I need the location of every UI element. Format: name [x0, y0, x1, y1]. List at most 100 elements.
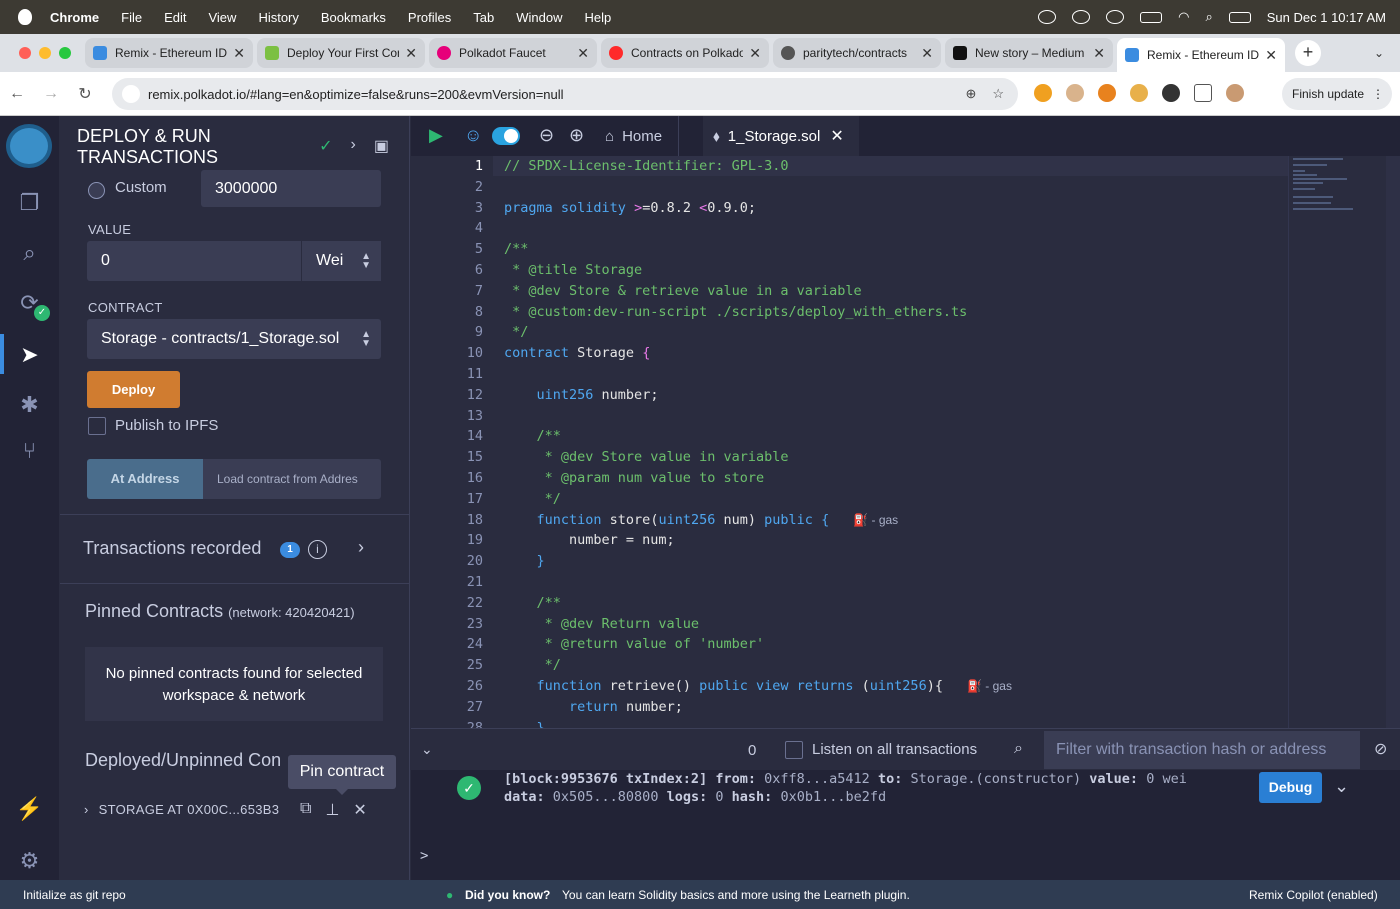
collapse-terminal-icon[interactable]: ⌄: [421, 741, 433, 758]
load-contract-address-input[interactable]: Load contract from Addres: [203, 459, 381, 499]
close-tab-icon[interactable]: ✕: [577, 45, 589, 62]
browser-tab[interactable]: Remix - Ethereum IDE ✕: [85, 38, 253, 68]
extension-icon[interactable]: [1162, 84, 1180, 102]
info-icon[interactable]: i: [308, 540, 327, 559]
browser-tab[interactable]: Polkadot Faucet ✕: [429, 38, 597, 68]
zoom-in-icon[interactable]: ⊕: [569, 125, 584, 146]
browser-tab[interactable]: paritytech/contracts ✕: [773, 38, 941, 68]
minimize-window-button[interactable]: [39, 47, 51, 59]
gas-limit-custom-radio[interactable]: [88, 182, 105, 199]
new-tab-button[interactable]: +: [1295, 40, 1321, 66]
tab-search-chevron-icon[interactable]: ⌄: [1374, 46, 1384, 60]
menu-history[interactable]: History: [258, 10, 298, 25]
close-tab-icon[interactable]: ✕: [1093, 45, 1105, 62]
play-icon[interactable]: [1106, 10, 1125, 24]
address-bar[interactable]: remix.polkadot.io/#lang=en&optimize=fals…: [112, 78, 1018, 110]
close-tab-icon[interactable]: ✕: [749, 45, 761, 62]
remix-logo-icon[interactable]: [6, 124, 52, 168]
clock-datetime[interactable]: Sun Dec 1 10:17 AM: [1267, 10, 1386, 25]
debug-button[interactable]: Debug: [1259, 772, 1322, 803]
browser-tab[interactable]: Deploy Your First Contract ✕: [257, 38, 425, 68]
transaction-filter-input[interactable]: Filter with transaction hash or address: [1044, 731, 1360, 769]
wifi-icon[interactable]: ◠: [1178, 9, 1189, 25]
expand-log-chevron-icon[interactable]: ⌄: [1334, 776, 1349, 797]
browser-tab-active[interactable]: Remix - Ethereum IDE ✕: [1117, 38, 1285, 72]
extension-icon[interactable]: [1034, 84, 1052, 102]
menu-view[interactable]: View: [208, 10, 236, 25]
reload-icon[interactable]: ↻: [68, 84, 102, 104]
ai-toggle-switch[interactable]: [492, 127, 520, 145]
back-arrow-icon[interactable]: ←: [0, 85, 34, 103]
menu-profiles[interactable]: Profiles: [408, 10, 451, 25]
init-git-repo-link[interactable]: Initialize as git repo: [23, 888, 126, 902]
deploy-button[interactable]: Deploy: [87, 371, 180, 408]
file-explorer-icon[interactable]: ❐: [0, 190, 59, 216]
apple-icon[interactable]: [18, 9, 32, 25]
deployed-instance-row[interactable]: › STORAGE AT 0X00C...653B3: [84, 802, 279, 817]
extension-icon[interactable]: [1130, 84, 1148, 102]
chevron-right-icon[interactable]: ›: [84, 802, 89, 817]
zoom-icon[interactable]: ⊕: [965, 86, 976, 102]
search-icon[interactable]: ⌕: [0, 240, 59, 266]
zoom-window-button[interactable]: [59, 47, 71, 59]
menu-app-name[interactable]: Chrome: [50, 10, 99, 25]
notification-icon[interactable]: [1038, 10, 1057, 24]
plugin-manager-icon[interactable]: ⚡: [0, 796, 59, 822]
debugger-bug-icon[interactable]: ✱: [0, 392, 59, 418]
extension-icon[interactable]: [1066, 84, 1084, 102]
close-tab-icon[interactable]: ✕: [405, 45, 417, 62]
chevron-right-icon[interactable]: ›: [351, 136, 356, 156]
profile-avatar[interactable]: [1226, 84, 1244, 102]
close-tab-icon[interactable]: ✕: [233, 45, 245, 62]
code-editor[interactable]: 1 2 3 4 5 6 7 8 9 10 11 12 13 14 15 16 1…: [411, 156, 1288, 728]
settings-gear-icon[interactable]: ⚙: [0, 848, 59, 874]
zoom-out-icon[interactable]: ⊖: [539, 125, 554, 146]
editor-minimap[interactable]: [1288, 156, 1386, 728]
value-unit-select[interactable]: Wei ▲ ▼: [301, 241, 381, 281]
finish-update-button[interactable]: Finish update ⋮: [1282, 78, 1392, 110]
menu-tab[interactable]: Tab: [473, 10, 494, 25]
gas-limit-input[interactable]: 3000000: [201, 170, 381, 207]
close-icon[interactable]: ✕: [353, 800, 366, 820]
copilot-status[interactable]: Remix Copilot (enabled): [1249, 888, 1378, 902]
close-tab-icon[interactable]: ✕: [921, 45, 933, 62]
close-tab-icon[interactable]: ✕: [1265, 47, 1277, 64]
menu-edit[interactable]: Edit: [164, 10, 186, 25]
menu-window[interactable]: Window: [516, 10, 562, 25]
ai-robot-icon[interactable]: ☺: [464, 125, 482, 146]
site-settings-icon[interactable]: [122, 85, 140, 103]
tab-storage-sol[interactable]: ⬧ 1_Storage.sol ✕: [703, 116, 859, 156]
address-url[interactable]: remix.polkadot.io/#lang=en&optimize=fals…: [148, 87, 564, 102]
chevron-right-icon[interactable]: ›: [358, 537, 364, 558]
publish-ipfs-checkbox[interactable]: [88, 417, 106, 435]
clear-console-icon[interactable]: ⊘: [1374, 739, 1387, 759]
panel-layout-icon[interactable]: ▣: [374, 136, 389, 156]
bookmark-star-icon[interactable]: ☆: [992, 86, 1004, 102]
extensions-puzzle-icon[interactable]: [1194, 84, 1212, 102]
git-branch-icon[interactable]: ⑂: [0, 438, 59, 464]
pin-icon[interactable]: ⊥: [325, 800, 339, 820]
browser-tab[interactable]: Contracts on Polkadot ✕: [601, 38, 769, 68]
run-script-play-icon[interactable]: ▶: [429, 125, 443, 146]
menu-bookmarks[interactable]: Bookmarks: [321, 10, 386, 25]
tab-home[interactable]: ⌂ Home: [603, 116, 680, 156]
metamask-icon[interactable]: [1098, 84, 1116, 102]
search-icon[interactable]: ⌕: [1014, 740, 1023, 758]
close-window-button[interactable]: [19, 47, 31, 59]
close-tab-icon[interactable]: ✕: [830, 126, 843, 146]
transaction-log[interactable]: [block:9953676 txIndex:2] from: 0xff8...…: [504, 770, 1187, 806]
transactions-recorded-title[interactable]: Transactions recorded: [83, 538, 261, 559]
tip-text[interactable]: You can learn Solidity basics and more u…: [562, 888, 910, 902]
privacy-icon[interactable]: [1072, 10, 1091, 24]
listen-all-checkbox[interactable]: [785, 741, 803, 759]
at-address-button[interactable]: At Address: [87, 459, 203, 499]
battery-icon[interactable]: [1140, 11, 1163, 23]
more-menu-icon[interactable]: ⋮: [1372, 87, 1384, 101]
terminal-prompt[interactable]: >: [420, 848, 428, 864]
deploy-run-icon[interactable]: ➤: [0, 342, 59, 368]
copy-icon[interactable]: ⧉: [300, 800, 311, 820]
menu-file[interactable]: File: [121, 10, 142, 25]
spotlight-search-icon[interactable]: ⌕: [1205, 9, 1212, 25]
forward-arrow-icon[interactable]: →: [34, 85, 68, 103]
value-input[interactable]: 0 Wei ▲ ▼: [87, 241, 381, 281]
